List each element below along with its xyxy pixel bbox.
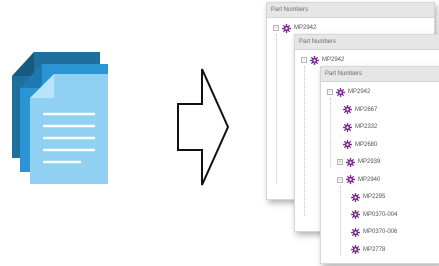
node-label: MP2332 (355, 124, 378, 130)
gear-icon (343, 140, 352, 149)
node-label: MP2667 (355, 106, 378, 113)
tree-node[interactable]: MP2295 (351, 191, 385, 203)
node-label: MP2942 (294, 25, 317, 31)
gear-icon (336, 87, 345, 97)
stacked-documents-icon (12, 52, 108, 184)
gear-icon (346, 175, 355, 184)
tree-node[interactable]: MP0370-006 (351, 226, 397, 238)
node-label: MP2939 (358, 159, 381, 165)
node-label: MP2295 (363, 194, 386, 200)
gear-icon (343, 105, 352, 114)
gear-icon (351, 192, 360, 202)
collapse-toggle[interactable]: − (337, 176, 343, 183)
gear-icon (351, 245, 360, 254)
node-label: MP0370-006 (363, 229, 398, 235)
collapse-toggle[interactable]: − (273, 25, 279, 31)
panel-header: Part Numbers (267, 3, 434, 18)
tree-node[interactable]: + MP2939 (337, 156, 380, 168)
node-label: MP2680 (355, 141, 378, 148)
tree-panel-front: Part Numbers − MP2942 MP2667 MP2332 MP2680 + M… (320, 66, 439, 264)
gear-icon (282, 23, 291, 33)
panel-header: Part Numbers (295, 35, 439, 50)
tree-node[interactable]: − MP2942 (327, 86, 370, 98)
tree-node[interactable]: − MP2942 (301, 54, 344, 66)
gear-icon (351, 227, 360, 237)
tree-node[interactable]: MP2778 (351, 244, 385, 256)
collapse-toggle[interactable]: − (327, 89, 333, 95)
tree-node[interactable]: MP2332 (343, 121, 377, 133)
right-arrow-outline-icon (177, 68, 230, 186)
gear-icon (351, 210, 360, 219)
node-label: MP2940 (358, 176, 381, 183)
node-label: MP0370-004 (363, 211, 398, 218)
tree-node[interactable]: MP0370-004 (351, 209, 397, 221)
node-label: MP2778 (363, 246, 386, 253)
tree-node[interactable]: MP2680 (343, 139, 377, 151)
tree-node[interactable]: − MP2942 (273, 22, 316, 34)
gear-icon (346, 157, 355, 167)
node-label: MP2942 (322, 57, 345, 63)
collapse-toggle[interactable]: + (337, 159, 343, 165)
collapse-toggle[interactable]: − (301, 57, 307, 63)
gear-icon (310, 55, 319, 65)
panel-header: Part Numbers (321, 67, 439, 82)
gear-icon (343, 122, 352, 132)
tree-node[interactable]: − MP2940 (337, 174, 380, 186)
tree-node[interactable]: MP2667 (343, 104, 377, 116)
node-label: MP2942 (348, 89, 371, 95)
